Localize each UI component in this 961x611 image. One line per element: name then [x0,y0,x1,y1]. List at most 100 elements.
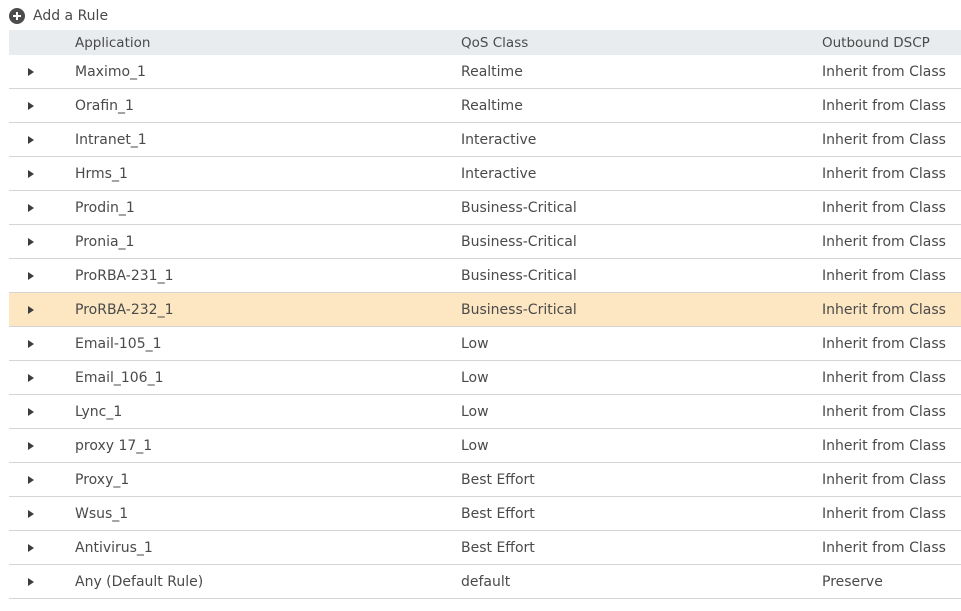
qos-class-cell: Interactive [461,165,537,182]
table-row[interactable]: Proxy_1 Best Effort Inherit from Class [9,463,961,497]
column-header-qos-class[interactable]: QoS Class [461,30,528,55]
outbound-dscp-cell: Inherit from Class [822,97,946,114]
qos-class-cell: Realtime [461,97,523,114]
qos-class-cell: Best Effort [461,505,535,522]
plus-circle-icon [9,8,25,24]
expand-cell [9,225,69,258]
table-row[interactable]: Email_106_1 Low Inherit from Class [9,361,961,395]
qos-class-cell: Business-Critical [461,233,577,250]
expand-arrow-icon[interactable] [28,339,34,348]
qos-class-cell: Business-Critical [461,301,577,318]
expand-cell [9,293,69,326]
outbound-dscp-cell: Inherit from Class [822,233,946,250]
expand-cell [9,55,69,88]
table-row[interactable]: Any (Default Rule) default Preserve [9,565,961,599]
qos-class-cell: default [461,573,511,590]
table-row[interactable]: Hrms_1 Interactive Inherit from Class [9,157,961,191]
expand-cell [9,259,69,292]
table-row[interactable]: proxy 17_1 Low Inherit from Class [9,429,961,463]
outbound-dscp-cell: Inherit from Class [822,335,946,352]
application-cell: Orafin_1 [75,97,134,114]
expand-arrow-icon[interactable] [28,475,34,484]
table-row[interactable]: ProRBA-231_1 Business-Critical Inherit fro… [9,259,961,293]
qos-class-cell: Best Effort [461,471,535,488]
expand-arrow-icon[interactable] [28,271,34,280]
expand-cell [9,497,69,530]
table-header: Application QoS Class Outbound DSCP [9,30,961,55]
table-row[interactable]: Antivirus_1 Best Effort Inherit from Class [9,531,961,565]
outbound-dscp-cell: Inherit from Class [822,437,946,454]
expand-arrow-icon[interactable] [28,543,34,552]
expand-cell [9,157,69,190]
application-cell: Antivirus_1 [75,539,153,556]
outbound-dscp-cell: Inherit from Class [822,131,946,148]
qos-class-cell: Business-Critical [461,267,577,284]
application-cell: ProRBA-232_1 [75,301,174,318]
expand-arrow-icon[interactable] [28,203,34,212]
application-cell: Maximo_1 [75,63,146,80]
qos-class-cell: Low [461,335,489,352]
expand-arrow-icon[interactable] [28,577,34,586]
application-cell: Proxy_1 [75,471,130,488]
expand-cell [9,89,69,122]
qos-class-cell: Low [461,369,489,386]
expand-arrow-icon[interactable] [28,169,34,178]
add-rule-button[interactable]: Add a Rule [9,6,108,26]
expand-arrow-icon[interactable] [28,101,34,110]
application-cell: Pronia_1 [75,233,135,250]
qos-class-cell: Best Effort [461,539,535,556]
outbound-dscp-cell: Inherit from Class [822,471,946,488]
application-cell: Email-105_1 [75,335,162,352]
application-cell: Hrms_1 [75,165,128,182]
outbound-dscp-cell: Inherit from Class [822,301,946,318]
table-body: Maximo_1 Realtime Inherit from Class Orafin… [9,55,961,599]
expand-arrow-icon[interactable] [28,373,34,382]
application-cell: Wsus_1 [75,505,129,522]
outbound-dscp-cell: Inherit from Class [822,505,946,522]
table-row[interactable]: Intranet_1 Interactive Inherit from Class [9,123,961,157]
expand-arrow-icon[interactable] [28,407,34,416]
outbound-dscp-cell: Inherit from Class [822,63,946,80]
column-header-outbound-dscp[interactable]: Outbound DSCP [822,30,930,55]
expand-cell [9,531,69,564]
qos-class-cell: Business-Critical [461,199,577,216]
table-row[interactable]: Maximo_1 Realtime Inherit from Class [9,55,961,89]
application-cell: Intranet_1 [75,131,147,148]
outbound-dscp-cell: Inherit from Class [822,267,946,284]
application-cell: Lync_1 [75,403,123,420]
application-cell: proxy 17_1 [75,437,153,454]
expand-arrow-icon[interactable] [28,237,34,246]
expand-cell [9,123,69,156]
rules-table: Application QoS Class Outbound DSCP Maxi… [9,30,961,599]
qos-class-cell: Interactive [461,131,537,148]
table-row[interactable]: Orafin_1 Realtime Inherit from Class [9,89,961,123]
expand-cell [9,463,69,496]
application-cell: Email_106_1 [75,369,164,386]
outbound-dscp-cell: Inherit from Class [822,369,946,386]
outbound-dscp-cell: Inherit from Class [822,199,946,216]
column-header-application[interactable]: Application [75,30,150,55]
qos-class-cell: Low [461,437,489,454]
expand-arrow-icon[interactable] [28,509,34,518]
outbound-dscp-cell: Preserve [822,573,883,590]
expand-arrow-icon[interactable] [28,441,34,450]
qos-class-cell: Realtime [461,63,523,80]
expand-cell [9,565,69,598]
outbound-dscp-cell: Inherit from Class [822,165,946,182]
application-cell: Any (Default Rule) [75,573,204,590]
expand-arrow-icon[interactable] [28,135,34,144]
expand-arrow-icon[interactable] [28,305,34,314]
outbound-dscp-cell: Inherit from Class [822,539,946,556]
expand-arrow-icon[interactable] [28,67,34,76]
table-row[interactable]: Lync_1 Low Inherit from Class [9,395,961,429]
add-rule-label: Add a Rule [33,8,109,24]
expand-cell [9,191,69,224]
table-row[interactable]: Pronia_1 Business-Critical Inherit from Cl… [9,225,961,259]
table-row[interactable]: ProRBA-232_1 Business-Critical Inherit fro… [9,293,961,327]
table-row[interactable]: Wsus_1 Best Effort Inherit from Class [9,497,961,531]
table-row[interactable]: Prodin_1 Business-Critical Inherit from Cl… [9,191,961,225]
outbound-dscp-cell: Inherit from Class [822,403,946,420]
expand-cell [9,395,69,428]
expand-cell [9,361,69,394]
table-row[interactable]: Email-105_1 Low Inherit from Class [9,327,961,361]
